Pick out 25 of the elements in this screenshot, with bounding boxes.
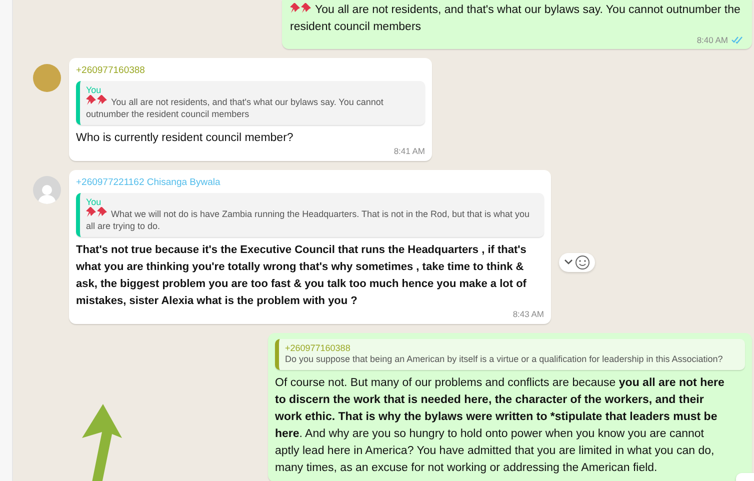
quoted-message[interactable]: You You all are not residents, and that's what our bylaws say. You cannot outnumber the resident council members bbox=[76, 81, 425, 125]
message-text: That's not true because it's the Executive Council that runs the Headquarters , if that's what you are thinking you're totally wrong that's why sometimes , take time to think & ask, the biggest problem you are too fast & you talk too much hence you make a lot of mistakes, sister Alexia what is the problem with you ? bbox=[76, 243, 528, 309]
quote-text: Do you suppose that being an American by itself is a virtue or a qualification for leadership in this Association? bbox=[285, 353, 724, 365]
message-text: Of course not. But many of our problems and conflicts are because you all are not here to discern the work that is needed here, the character of the workers, and their work ethic. That is why the bylaws were written to *stipulate that leaders must be here. And why are you so hungry to hold onto power when you know you are cannot aptly lead here in America? You have admitted that you are limited in what you can do, many times, as an excuse for not working or addressing the American field. bbox=[275, 376, 725, 476]
avatar-photo[interactable] bbox=[33, 64, 61, 92]
sender-name: +260977221162 Chisanga Bywala bbox=[76, 177, 222, 188]
quote-author: You bbox=[86, 197, 102, 207]
sender-name: +260977160388 bbox=[76, 65, 146, 76]
quote-author: +260977160388 bbox=[285, 343, 352, 353]
quote-text: You all are not residents, and that's what our bylaws say. You cannot outnumber the resident council members bbox=[86, 95, 384, 120]
message-time: 8:43 AM bbox=[512, 309, 544, 319]
pushpin-icon bbox=[86, 95, 108, 106]
quote-author: You bbox=[86, 85, 102, 95]
smiley-icon[interactable] bbox=[575, 254, 590, 270]
chevron-down-icon[interactable] bbox=[564, 259, 573, 265]
message-time: 8:41 AM bbox=[394, 146, 425, 156]
message-text: Who is currently resident council member? bbox=[76, 131, 294, 146]
quote-text: What we will not do is have Zambia running the Headquarters. That is not in the Rod, but that is what you all are trying to do. bbox=[86, 207, 531, 232]
pushpin-icon bbox=[86, 207, 108, 218]
message-time: 8:40 AM bbox=[696, 35, 728, 45]
pushpin-icon bbox=[290, 3, 312, 14]
message-text: You all are not residents, and that's what our bylaws say. You cannot outnumber the resident council members bbox=[290, 2, 742, 35]
avatar-silhouette[interactable] bbox=[33, 176, 61, 204]
quoted-message[interactable]: +260977160388 Do you suppose that being an American by itself is a virtue or a qualification for leadership in this Association? bbox=[275, 339, 745, 370]
quoted-message[interactable]: You What we will not do is have Zambia running the Headquarters. That is not in the Rod, but that is what you all are trying to do. bbox=[76, 193, 544, 237]
